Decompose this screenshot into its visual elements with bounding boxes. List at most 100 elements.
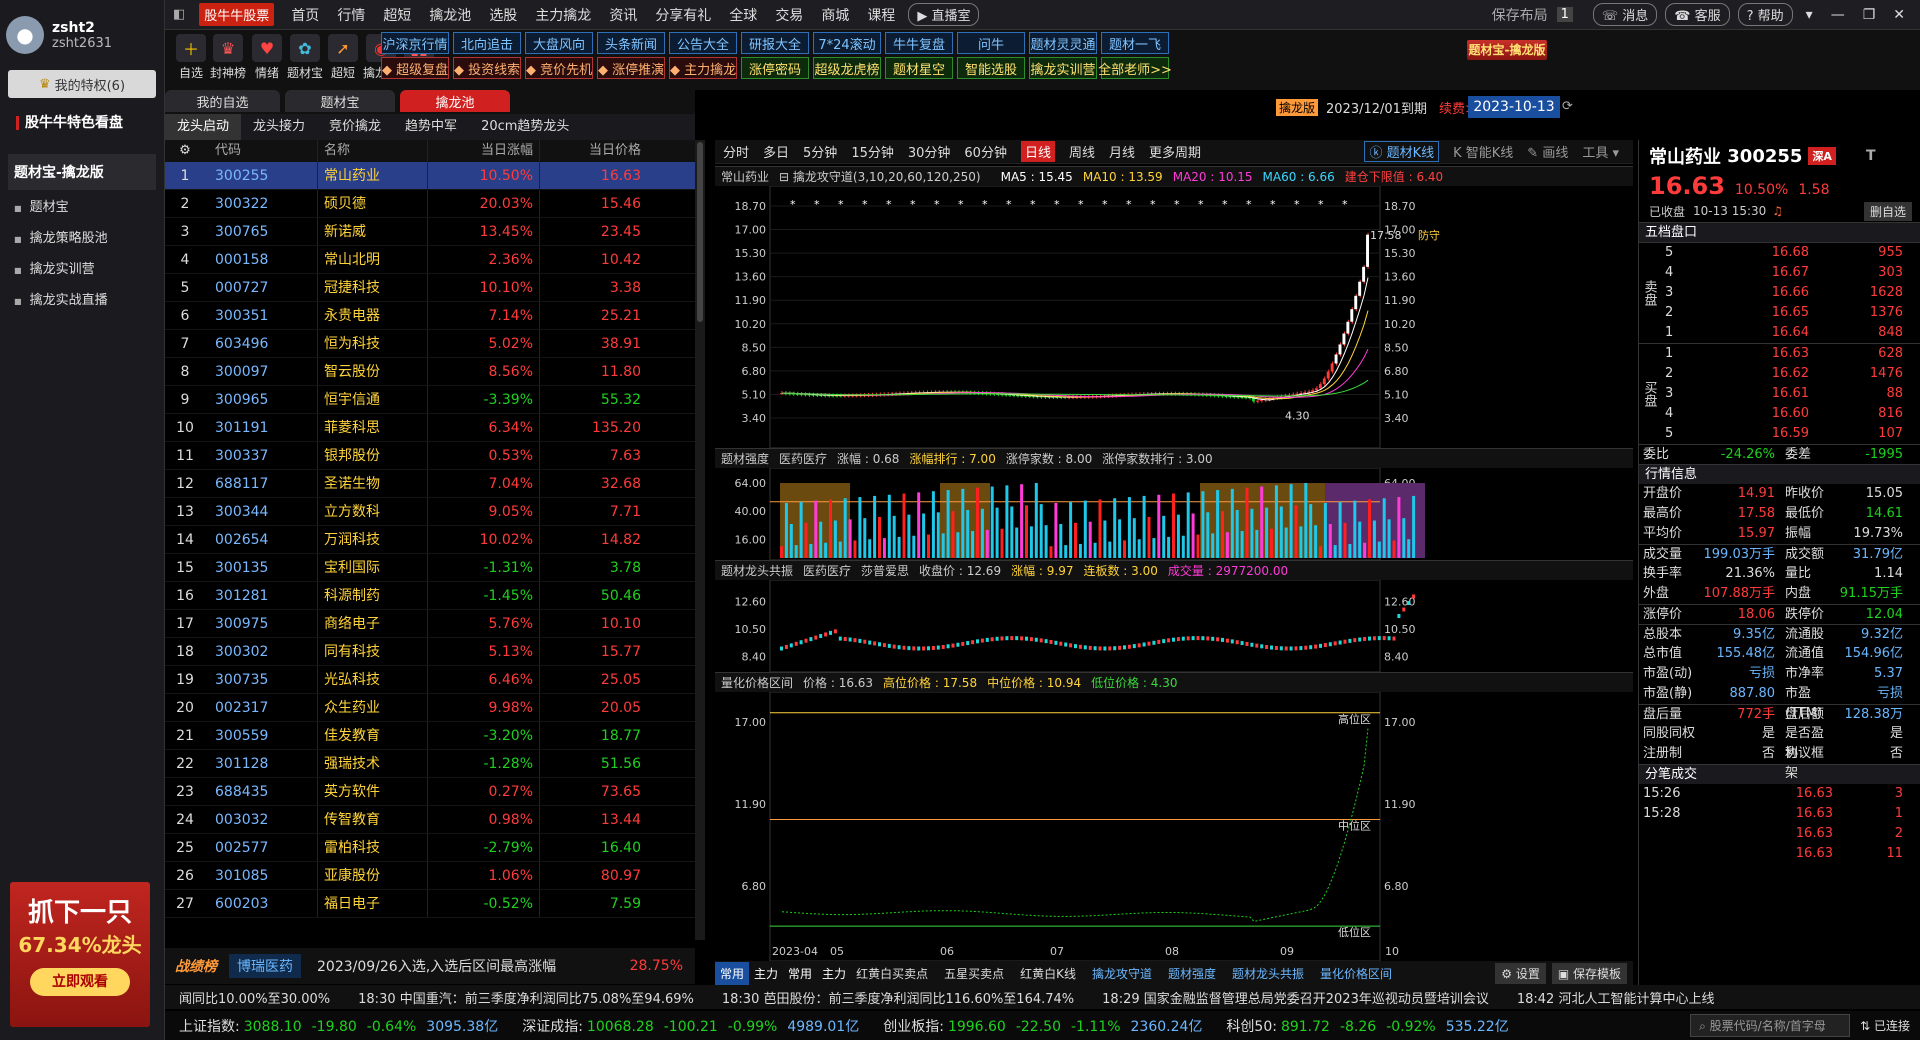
period-3[interactable]: 15分钟: [851, 142, 894, 161]
table-row[interactable]: 27 600203 福日电子 -0.52% 7.59: [165, 890, 695, 918]
watchlist-button[interactable]: ＋ 自选: [171, 34, 211, 81]
feature-tag-row2-2[interactable]: ◆ 投资线索: [453, 57, 521, 79]
row-code[interactable]: 300735: [205, 666, 317, 693]
row-name[interactable]: 永贵电器: [317, 302, 427, 329]
tab-my-watchlist[interactable]: 我的自选: [165, 90, 280, 112]
table-row[interactable]: 10 301191 菲菱科思 6.34% 135.20: [165, 414, 695, 442]
table-row[interactable]: 26 301085 亚康股份 1.06% 80.97: [165, 862, 695, 890]
header-name[interactable]: 名称: [317, 140, 427, 162]
subtab-20cm[interactable]: 20cm趋势龙头: [469, 114, 581, 140]
service-button[interactable]: ☎ 客服: [1665, 3, 1730, 26]
close-icon[interactable]: ✕: [1884, 7, 1914, 23]
table-row[interactable]: 7 603496 恒为科技 5.02% 38.91: [165, 330, 695, 358]
row-name[interactable]: 银邦股份: [317, 442, 427, 469]
row-name[interactable]: 众生药业: [317, 694, 427, 721]
ticker-item[interactable]: 18:29 国家金融监督管理总局党委召开2023年巡视动员暨培训会议: [1102, 988, 1489, 1007]
row-code[interactable]: 300965: [205, 386, 317, 413]
period-7[interactable]: 周线: [1069, 142, 1095, 161]
row-name[interactable]: 同有科技: [317, 638, 427, 665]
row-name[interactable]: 商络电子: [317, 610, 427, 637]
row-code[interactable]: 000727: [205, 274, 317, 301]
period-8[interactable]: 月线: [1109, 142, 1135, 161]
row-code[interactable]: 688435: [205, 778, 317, 805]
table-row[interactable]: 6 300351 永贵电器 7.14% 25.21: [165, 302, 695, 330]
sidebar-title[interactable]: 股牛牛特色看盘: [0, 98, 164, 146]
row-code[interactable]: 002577: [205, 834, 317, 861]
emotion-button[interactable]: ♥ 情绪: [247, 34, 287, 81]
indicator-tab-6[interactable]: 红黄白K线: [1015, 962, 1081, 985]
table-row[interactable]: 15 300135 宝利国际 -1.31% 3.78: [165, 554, 695, 582]
order-row[interactable]: 2 16.65 1376: [1659, 303, 1920, 323]
row-name[interactable]: 福日电子: [317, 890, 427, 917]
indicator-tab-9[interactable]: 题材龙头共振: [1227, 962, 1309, 985]
user-profile[interactable]: ● zsht2 zsht2631: [0, 0, 164, 70]
ticker-item[interactable]: 闻同比10.00%至30.00%: [179, 988, 330, 1007]
row-name[interactable]: 圣诺生物: [317, 470, 427, 497]
order-row[interactable]: 2 16.62 1476: [1659, 364, 1920, 384]
row-name[interactable]: 佳发教育: [317, 722, 427, 749]
feature-tag-5[interactable]: 公告大全: [669, 32, 737, 54]
table-row[interactable]: 21 300559 佳发教育 -3.20% 18.77: [165, 722, 695, 750]
feature-tag-row2-4[interactable]: ◆ 涨停推演: [597, 57, 665, 79]
feature-tag-9[interactable]: 问牛: [957, 32, 1025, 54]
row-code[interactable]: 300337: [205, 442, 317, 469]
live-room-button[interactable]: ▶ 直播室: [908, 3, 980, 26]
period-1[interactable]: 多日: [763, 142, 789, 161]
row-name[interactable]: 传智教育: [317, 806, 427, 833]
date-box[interactable]: 2023-10-13: [1468, 96, 1560, 118]
row-code[interactable]: 300135: [205, 554, 317, 581]
row-name[interactable]: 立方数科: [317, 498, 427, 525]
row-name[interactable]: 冠捷科技: [317, 274, 427, 301]
feature-tag-3[interactable]: 大盘风向: [525, 32, 593, 54]
restore-icon[interactable]: ❐: [1854, 7, 1885, 23]
table-scrollbar[interactable]: [695, 140, 705, 940]
table-row[interactable]: 11 300337 银邦股份 0.53% 7.63: [165, 442, 695, 470]
row-name[interactable]: 常山北明: [317, 246, 427, 273]
table-row[interactable]: 13 300344 立方数科 9.05% 7.71: [165, 498, 695, 526]
table-row[interactable]: 14 002654 万润科技 10.02% 14.82: [165, 526, 695, 554]
table-row[interactable]: 16 301281 科源制药 -1.45% 50.46: [165, 582, 695, 610]
row-code[interactable]: 002654: [205, 526, 317, 553]
feature-tag-row2-8[interactable]: 题材星空: [885, 57, 953, 79]
subtab-auction[interactable]: 竞价擒龙: [317, 114, 393, 140]
promo-banner[interactable]: 抓下一只 67.34%龙头 立即观看: [10, 882, 150, 1027]
table-row[interactable]: 20 002317 众生药业 9.98% 20.05: [165, 694, 695, 722]
header-change[interactable]: 当日涨幅: [427, 140, 539, 162]
subtab-leader-start[interactable]: 龙头启动: [165, 114, 242, 140]
feature-tag-8[interactable]: 牛牛复盘: [885, 32, 953, 54]
sidebar-item-ticaibao[interactable]: 题材宝: [0, 190, 164, 221]
menu-select[interactable]: 选股: [480, 5, 526, 25]
promo-button[interactable]: 立即观看: [30, 968, 130, 996]
row-code[interactable]: 300351: [205, 302, 317, 329]
bell-icon[interactable]: ♫: [1772, 204, 1783, 218]
row-name[interactable]: 新诺威: [317, 218, 427, 245]
row-name[interactable]: 常山药业: [317, 162, 427, 189]
row-name[interactable]: 光弘科技: [317, 666, 427, 693]
save-layout[interactable]: 保存布局: [1483, 5, 1557, 25]
table-row[interactable]: 18 300302 同有科技 5.13% 15.77: [165, 638, 695, 666]
feature-tag-row2-5[interactable]: ◆ 主力擒龙: [669, 57, 737, 79]
row-name[interactable]: 硕贝德: [317, 190, 427, 217]
order-row[interactable]: 5 16.68 955: [1659, 243, 1920, 263]
row-code[interactable]: 301191: [205, 414, 317, 441]
feature-tag-2[interactable]: 北向追击: [453, 32, 521, 54]
tools-menu[interactable]: 工具 ▾: [1582, 142, 1619, 161]
feature-tag-row2-6[interactable]: 涨停密码: [741, 57, 809, 79]
tab-dragon-pool[interactable]: 擒龙池: [400, 90, 510, 112]
row-name[interactable]: 智云股份: [317, 358, 427, 385]
table-row[interactable]: 1 300255 常山药业 10.50% 16.63: [165, 162, 695, 190]
period-6[interactable]: 日线: [1020, 141, 1055, 162]
row-name[interactable]: 菲菱科思: [317, 414, 427, 441]
table-row[interactable]: 24 003032 传智教育 0.98% 13.44: [165, 806, 695, 834]
menu-mall[interactable]: 商城: [812, 5, 858, 25]
feature-tag-row2-9[interactable]: 智能选股: [957, 57, 1025, 79]
order-row[interactable]: 1 16.63 628: [1659, 344, 1920, 364]
row-name[interactable]: 强瑞技术: [317, 750, 427, 777]
subtab-trend-core[interactable]: 趋势中军: [393, 114, 469, 140]
scrollbar-thumb[interactable]: [697, 142, 703, 322]
row-code[interactable]: 688117: [205, 470, 317, 497]
minimize-icon[interactable]: —: [1822, 7, 1854, 23]
avatar[interactable]: ●: [6, 16, 44, 54]
order-row[interactable]: 5 16.59 107: [1659, 424, 1920, 444]
save-template-button[interactable]: ▣ 保存模板: [1551, 962, 1627, 984]
